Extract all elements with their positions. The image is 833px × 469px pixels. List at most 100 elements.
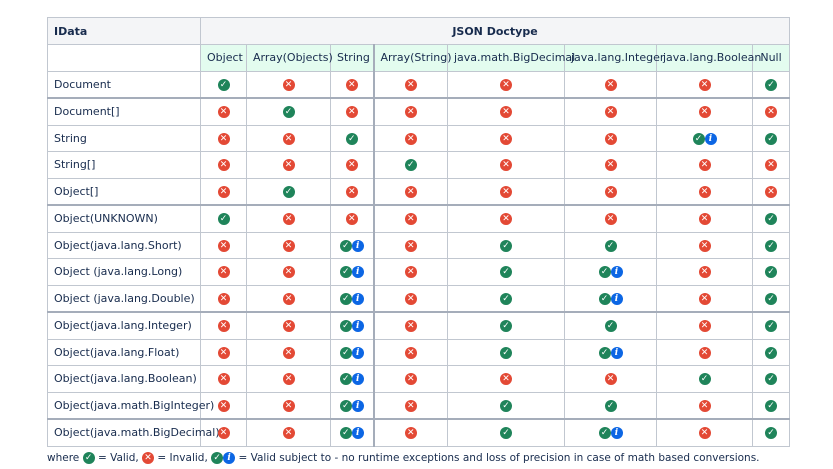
legend-footer: where ✓ = Valid, ✕ = Invalid, ✓ i = Valid… (47, 452, 760, 464)
matrix-cell: ✕ (372, 418, 448, 447)
check-circle-icon: ✓ (604, 320, 617, 333)
cross-circle-icon: ✕ (282, 292, 295, 305)
matrix-cell: ✓ (752, 124, 790, 152)
cross-circle-icon: ✕ (217, 427, 230, 440)
cross-circle-icon: ✕ (698, 106, 711, 119)
matrix-cell: ✕ (564, 204, 657, 233)
matrix-cell: ✕ (447, 70, 565, 99)
table-row: Object[] ✕ ✓ ✕ ✕ ✕ ✕ ✕ ✕ (47, 177, 790, 206)
table-row: Object(java.lang.Integer) ✕ ✕ ✓ i ✕ ✓ ✓ ✕ ✓ (47, 311, 790, 340)
column-header: Array(String) (372, 44, 452, 72)
info-circle-icon: i (351, 427, 364, 440)
cross-circle-icon: ✕ (604, 159, 617, 172)
table-row: Object(java.math.BigDecimal) ✕ ✕ ✓ i ✕ ✓ ✓ i ✕ ✓ (47, 418, 790, 447)
row-label: Document (47, 70, 201, 99)
cross-circle-icon: ✕ (345, 78, 358, 91)
matrix-cell: ✕ (246, 365, 331, 393)
matrix-cell: ✓ i (564, 284, 657, 313)
info-circle-icon: i (610, 292, 623, 305)
cross-circle-icon: ✕ (282, 320, 295, 333)
cross-circle-icon: ✕ (500, 78, 512, 91)
cross-circle-icon: ✕ (282, 266, 295, 279)
check-circle-icon: ✓ (345, 132, 358, 145)
matrix-cell: ✓ (752, 418, 790, 447)
row-label: Object[] (47, 177, 201, 206)
table-row: String[] ✕ ✕ ✕ ✓ ✕ ✕ ✕ ✕ (47, 151, 790, 179)
cross-circle-icon: ✕ (217, 159, 230, 172)
cross-circle-icon: ✕ (604, 78, 617, 91)
matrix-cell: ✕ (372, 311, 448, 340)
legend-invalid-text: = Invalid, (157, 452, 208, 464)
cross-circle-icon: ✕ (604, 132, 617, 145)
table-row: Object (java.lang.Double) ✕ ✕ ✓ i ✕ ✓ ✓ i ✕ ✓ (47, 284, 790, 313)
cross-circle-icon: ✕ (698, 213, 711, 226)
check-circle-icon: ✓ (604, 239, 617, 252)
check-circle-icon: ✓ (500, 239, 512, 252)
matrix-cell: ✓ (447, 391, 565, 420)
table-row: Object (java.lang.Long) ✕ ✕ ✓ i ✕ ✓ ✓ i ✕ ✓ (47, 258, 790, 286)
check-circle-icon: ✓ (765, 266, 777, 279)
table-row: Document[] ✕ ✓ ✕ ✕ ✕ ✕ ✕ ✕ (47, 97, 790, 126)
cross-circle-icon: ✕ (698, 239, 711, 252)
matrix-cell: ✓ (656, 365, 753, 393)
matrix-cell: ✕ (656, 258, 753, 286)
cross-circle-icon: ✕ (282, 427, 295, 440)
matrix-cell: ✕ (752, 97, 790, 126)
matrix-cell: ✕ (330, 177, 374, 206)
matrix-cell: ✓ (752, 70, 790, 99)
matrix-cell: ✕ (656, 418, 753, 447)
matrix-cell: ✕ (447, 124, 565, 152)
matrix-cell: ✕ (200, 284, 247, 313)
check-circle-icon: ✓ (765, 292, 777, 305)
matrix-cell: ✕ (656, 70, 753, 99)
cross-circle-icon: ✕ (217, 132, 230, 145)
cross-circle-icon: ✕ (345, 159, 358, 172)
cross-circle-icon: ✕ (404, 106, 417, 119)
cross-circle-icon: ✕ (282, 159, 295, 172)
cross-circle-icon: ✕ (698, 185, 711, 198)
info-circle-icon: i (351, 399, 364, 412)
info-circle-icon: i (704, 132, 717, 145)
check-circle-icon: ✓ (765, 346, 777, 359)
matrix-cell: ✕ (447, 177, 565, 206)
check-circle-icon: ✓ (211, 452, 224, 464)
matrix-cell: ✕ (372, 204, 448, 233)
matrix-cell: ✕ (372, 97, 448, 126)
cross-circle-icon: ✕ (500, 106, 512, 119)
column-header: java.math.BigDecimal (447, 44, 575, 72)
matrix-cell: ✕ (656, 231, 753, 259)
cross-circle-icon: ✕ (282, 373, 295, 386)
matrix-cell: ✕ (330, 151, 374, 179)
matrix-cell: ✓ (752, 338, 790, 366)
check-circle-icon: ✓ (217, 213, 230, 226)
matrix-cell: ✓ (564, 391, 657, 420)
cross-circle-icon: ✕ (404, 185, 417, 198)
matrix-cell: ✕ (752, 177, 790, 206)
matrix-cell: ✓ (447, 338, 565, 366)
matrix-cell: ✓ (447, 311, 565, 340)
check-circle-icon: ✓ (692, 132, 705, 145)
matrix-cell: ✕ (246, 338, 331, 366)
check-circle-icon: ✓ (765, 373, 777, 386)
check-circle-icon: ✓ (339, 266, 352, 279)
legend-prefix: where (47, 452, 80, 464)
cross-circle-icon: ✕ (604, 185, 617, 198)
check-circle-icon: ✓ (698, 373, 711, 386)
cross-circle-icon: ✕ (282, 239, 295, 252)
matrix-cell: ✕ (372, 70, 448, 99)
cross-circle-icon: ✕ (698, 159, 711, 172)
row-label: Object(java.math.BigInteger) (47, 391, 214, 420)
cross-circle-icon: ✕ (698, 266, 711, 279)
matrix-cell: ✕ (246, 204, 331, 233)
cross-circle-icon: ✕ (217, 346, 230, 359)
matrix-cell: ✕ (564, 151, 657, 179)
matrix-cell: ✕ (447, 365, 565, 393)
matrix-cell: ✕ (372, 231, 448, 259)
matrix-cell: ✕ (564, 70, 657, 99)
matrix-cell: ✕ (200, 97, 247, 126)
matrix-cell: ✕ (372, 124, 448, 152)
corner-header: IData (47, 17, 201, 45)
cross-circle-icon: ✕ (404, 346, 417, 359)
check-circle-icon: ✓ (500, 320, 512, 333)
matrix-cell: ✕ (246, 311, 331, 340)
